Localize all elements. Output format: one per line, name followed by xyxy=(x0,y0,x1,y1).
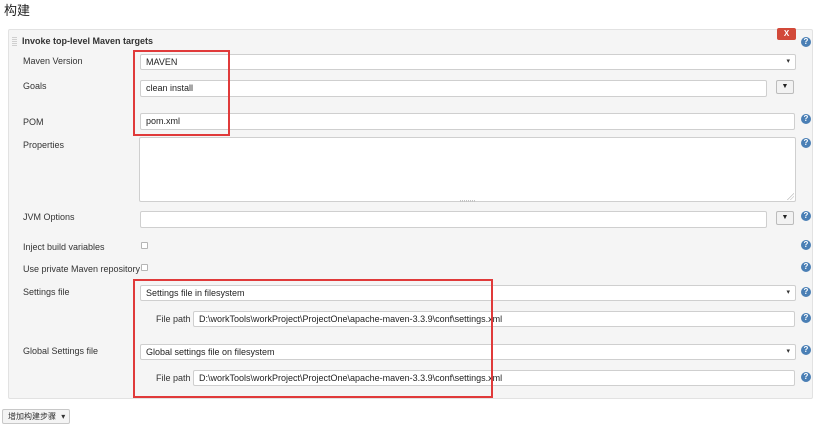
settings-file-label: Settings file xyxy=(23,287,70,297)
jvm-options-expand-button[interactable]: ▼ xyxy=(776,211,794,225)
maven-version-label: Maven Version xyxy=(23,56,83,66)
inject-build-variables-checkbox[interactable] xyxy=(141,242,148,249)
inject-build-variables-label: Inject build variables xyxy=(23,242,105,252)
properties-textarea[interactable] xyxy=(139,137,796,202)
pom-input[interactable]: pom.xml xyxy=(140,113,795,130)
drag-handle-icon[interactable] xyxy=(12,37,17,47)
goals-input[interactable]: clean install xyxy=(140,80,767,97)
goals-expand-button[interactable]: ▼ xyxy=(776,80,794,94)
maven-version-select[interactable]: MAVEN ▾ xyxy=(140,54,796,70)
help-icon[interactable]: ? xyxy=(801,138,811,148)
chevron-down-icon: ▾ xyxy=(786,289,790,296)
chevron-down-icon: ▾ xyxy=(786,348,790,355)
help-icon[interactable]: ? xyxy=(801,37,811,47)
chevron-down-icon: ▾ xyxy=(786,58,790,65)
add-build-step-button[interactable]: 增加构建步骤 ▾ xyxy=(2,409,70,424)
help-icon[interactable]: ? xyxy=(801,114,811,124)
help-icon[interactable]: ? xyxy=(801,287,811,297)
help-icon[interactable]: ? xyxy=(801,211,811,221)
add-build-step-label: 增加构建步骤 xyxy=(8,412,56,421)
jvm-options-label: JVM Options xyxy=(23,212,75,222)
jvm-options-input[interactable] xyxy=(140,211,767,228)
pom-label: POM xyxy=(23,117,44,127)
help-icon[interactable]: ? xyxy=(801,345,811,355)
private-repo-label: Use private Maven repository xyxy=(23,264,141,274)
help-icon[interactable]: ? xyxy=(801,313,811,323)
help-icon[interactable]: ? xyxy=(801,240,811,250)
help-icon[interactable]: ? xyxy=(801,372,811,382)
resize-corner-icon[interactable] xyxy=(787,193,794,200)
resize-grip-icon[interactable] xyxy=(460,200,475,202)
help-icon[interactable]: ? xyxy=(801,262,811,272)
global-settings-file-label: Global Settings file xyxy=(23,346,99,356)
properties-label: Properties xyxy=(23,140,65,150)
goals-label: Goals xyxy=(23,81,47,91)
chevron-down-icon: ▾ xyxy=(61,412,66,421)
section-title: 构建 xyxy=(4,4,31,19)
panel-title: Invoke top-level Maven targets xyxy=(22,36,154,46)
private-repo-checkbox[interactable] xyxy=(141,264,148,271)
highlight-box-maven-goals-pom xyxy=(133,50,230,136)
highlight-box-settings-files xyxy=(133,279,493,398)
delete-step-button[interactable]: X xyxy=(777,28,796,40)
